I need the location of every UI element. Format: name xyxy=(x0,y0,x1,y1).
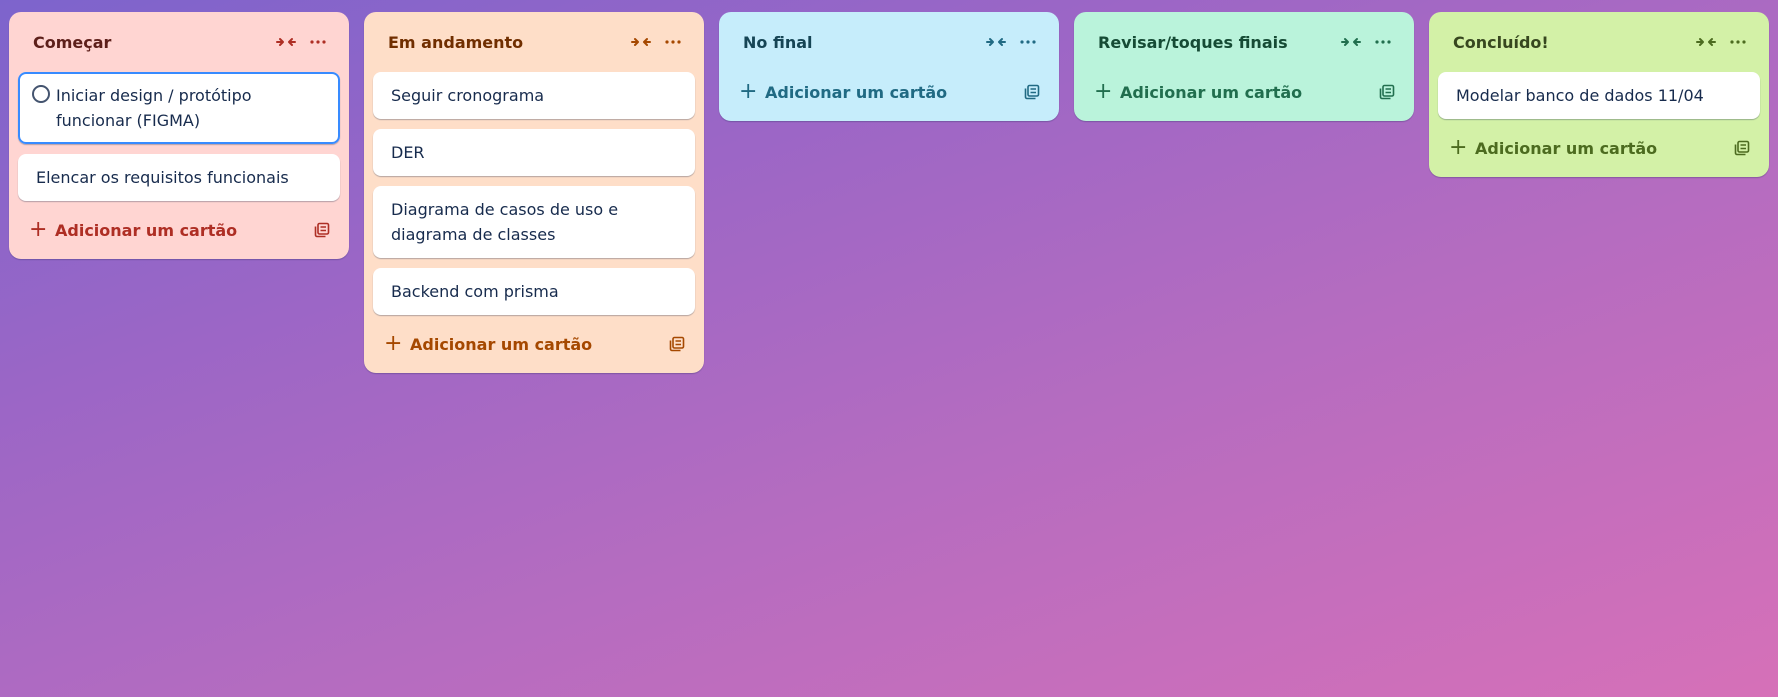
card-title: Backend com prisma xyxy=(391,282,559,301)
list-title[interactable]: Concluído! xyxy=(1453,33,1690,52)
card-backend-prisma[interactable]: Backend com prisma xyxy=(373,268,695,315)
card-title: DER xyxy=(391,143,425,162)
add-card-label: Adicionar um cartão xyxy=(55,220,238,240)
plus-icon: + xyxy=(1094,79,1113,104)
list-concluido: Concluído! Modelar banco de dados 11/04 … xyxy=(1429,12,1769,177)
create-from-template-button[interactable] xyxy=(1371,76,1403,108)
add-card-button[interactable]: + Adicionar um cartão xyxy=(384,333,661,355)
list-actions-button[interactable] xyxy=(1722,26,1754,58)
add-card-row: + Adicionar um cartão xyxy=(373,324,695,364)
create-from-template-button[interactable] xyxy=(661,328,693,360)
add-card-label: Adicionar um cartão xyxy=(410,334,593,354)
list-revisar: Revisar/toques finais + Adicionar um car… xyxy=(1074,12,1414,121)
board: Começar Iniciar design / protótipo funci… xyxy=(9,12,1769,373)
collapse-icon xyxy=(986,38,1006,46)
create-from-template-button[interactable] xyxy=(1016,76,1048,108)
card-list: Seguir cronograma DER Diagrama de casos … xyxy=(373,72,695,315)
list-title[interactable]: Revisar/toques finais xyxy=(1098,33,1335,52)
card-title: Elencar os requisitos funcionais xyxy=(36,168,289,187)
list-header: Concluído! xyxy=(1438,12,1760,72)
add-card-button[interactable]: + Adicionar um cartão xyxy=(739,81,1016,103)
list-header: Começar xyxy=(18,12,340,72)
more-icon xyxy=(1020,40,1036,44)
list-title[interactable]: Começar xyxy=(33,33,270,52)
list-no-final: No final + Adicionar um cartão xyxy=(719,12,1059,121)
add-card-row: + Adicionar um cartão xyxy=(1438,128,1760,168)
add-card-row: + Adicionar um cartão xyxy=(18,210,340,250)
collapse-icon xyxy=(1341,38,1361,46)
list-actions-button[interactable] xyxy=(1367,26,1399,58)
card-title: Seguir cronograma xyxy=(391,86,545,105)
card-list: Modelar banco de dados 11/04 xyxy=(1438,72,1760,119)
create-from-template-button[interactable] xyxy=(306,214,338,246)
collapse-list-button[interactable] xyxy=(1335,26,1367,58)
add-card-row: + Adicionar um cartão xyxy=(728,72,1050,112)
collapse-list-button[interactable] xyxy=(625,26,657,58)
more-icon xyxy=(310,40,326,44)
plus-icon: + xyxy=(739,79,758,104)
template-icon xyxy=(669,336,685,352)
more-icon xyxy=(1730,40,1746,44)
list-actions-button[interactable] xyxy=(302,26,334,58)
more-icon xyxy=(1375,40,1391,44)
list-title[interactable]: No final xyxy=(743,33,980,52)
create-from-template-button[interactable] xyxy=(1726,132,1758,164)
card-modelar-banco[interactable]: Modelar banco de dados 11/04 xyxy=(1438,72,1760,119)
list-title[interactable]: Em andamento xyxy=(388,33,625,52)
card-title: Diagrama de casos de uso e diagrama de c… xyxy=(391,200,619,244)
plus-icon: + xyxy=(1449,135,1468,160)
card-title: Modelar banco de dados 11/04 xyxy=(1456,86,1704,105)
plus-icon: + xyxy=(29,217,48,242)
add-card-button[interactable]: + Adicionar um cartão xyxy=(1094,81,1371,103)
card-list: Iniciar design / protótipo funcionar (FI… xyxy=(18,72,340,201)
collapse-icon xyxy=(631,38,651,46)
list-actions-button[interactable] xyxy=(1012,26,1044,58)
list-header: Em andamento xyxy=(373,12,695,72)
plus-icon: + xyxy=(384,331,403,356)
list-actions-button[interactable] xyxy=(657,26,689,58)
collapse-list-button[interactable] xyxy=(270,26,302,58)
template-icon xyxy=(314,222,330,238)
card-diagrama-casos-de-uso[interactable]: Diagrama de casos de uso e diagrama de c… xyxy=(373,186,695,258)
card-der[interactable]: DER xyxy=(373,129,695,176)
list-em-andamento: Em andamento Seguir cronograma DER Diagr… xyxy=(364,12,704,373)
add-card-button[interactable]: + Adicionar um cartão xyxy=(29,219,306,241)
list-header: Revisar/toques finais xyxy=(1083,12,1405,72)
collapse-list-button[interactable] xyxy=(1690,26,1722,58)
list-header: No final xyxy=(728,12,1050,72)
add-card-label: Adicionar um cartão xyxy=(1120,82,1303,102)
list-comecar: Começar Iniciar design / protótipo funci… xyxy=(9,12,349,259)
card-title: Iniciar design / protótipo funcionar (FI… xyxy=(56,86,252,130)
card-seguir-cronograma[interactable]: Seguir cronograma xyxy=(373,72,695,119)
add-card-label: Adicionar um cartão xyxy=(1475,138,1658,158)
collapse-icon xyxy=(276,38,296,46)
add-card-label: Adicionar um cartão xyxy=(765,82,948,102)
template-icon xyxy=(1379,84,1395,100)
template-icon xyxy=(1024,84,1040,100)
add-card-row: + Adicionar um cartão xyxy=(1083,72,1405,112)
collapse-icon xyxy=(1696,38,1716,46)
more-icon xyxy=(665,40,681,44)
add-card-button[interactable]: + Adicionar um cartão xyxy=(1449,137,1726,159)
template-icon xyxy=(1734,140,1750,156)
mark-complete-checkbox[interactable] xyxy=(32,85,50,103)
collapse-list-button[interactable] xyxy=(980,26,1012,58)
card-elencar-requisitos[interactable]: Elencar os requisitos funcionais xyxy=(18,154,340,201)
card-iniciar-design[interactable]: Iniciar design / protótipo funcionar (FI… xyxy=(18,72,340,144)
